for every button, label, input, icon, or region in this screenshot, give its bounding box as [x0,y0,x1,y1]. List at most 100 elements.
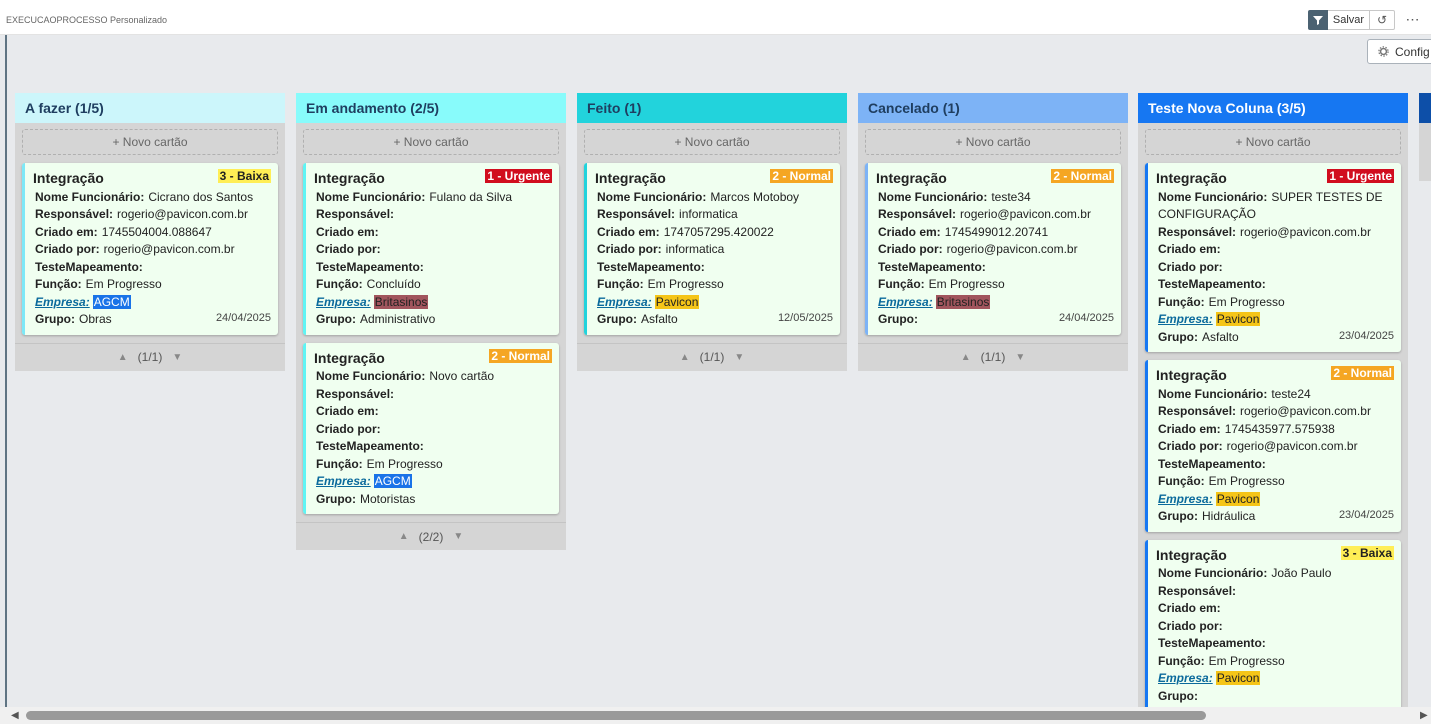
field-label: Grupo: [316,312,356,326]
field-label: Responsável: [1158,404,1237,418]
scroll-left-arrow-icon[interactable]: ◀ [11,710,19,721]
save-button[interactable]: Salvar [1328,10,1370,30]
field-label: Nome Funcionário: [316,369,426,383]
field-label: Criado por: [316,421,381,436]
new-card-button[interactable]: + Novo cartão [303,129,559,155]
kanban-card[interactable]: Integração 2 - Normal Nome Funcionário: tes… [865,163,1121,335]
field-responsavel: Responsável: rogerio@pavicon.com.br [1156,224,1393,242]
field-criado_em: Criado em: 1745435977.575938 [1156,421,1393,439]
card-accent-bar [22,163,25,335]
kanban-card[interactable]: Integração 1 - Urgente Nome Funcionário: SU… [1145,163,1401,352]
field-empresa: Empresa: Pavicon [1156,491,1393,509]
page-up-icon[interactable]: ▲ [961,352,971,363]
field-value: Em Progresso [366,456,443,471]
field-nome: Nome Funcionário: teste34 [876,189,1113,207]
scroll-thumb[interactable] [26,711,1206,720]
page-up-icon[interactable]: ▲ [118,352,128,363]
field-label[interactable]: Empresa: [316,295,371,309]
field-value: Em Progresso [1208,653,1285,668]
new-card-button[interactable]: + Novo cartão [22,129,278,155]
field-label: TesteMapeamento: [1158,636,1266,650]
field-criado_por: Criado por: [1156,259,1393,277]
field-label[interactable]: Empresa: [597,295,652,309]
field-value: Em Progresso [647,277,724,291]
field-criado_por: Criado por: informatica [595,241,832,259]
priority-badge: 2 - Normal [489,348,552,363]
kanban-card[interactable]: Integração 3 - Baixa Nome Funcionário: João… [1145,539,1401,711]
field-grupo: Grupo: Motoristas [314,491,551,509]
field-label: Criado por: [1158,618,1223,633]
field-criado_em: Criado em: 1745504004.088647 [33,224,270,242]
field-label: TesteMapeamento: [35,259,143,274]
field-funcao: Função: Em Progresso [314,456,551,474]
field-label: Criado por: [1158,259,1223,274]
card-date: 23/04/2025 [1338,329,1394,342]
column-body-partial [1419,123,1431,181]
card-accent-bar [303,163,306,335]
field-label: TesteMapeamento: [1158,277,1266,291]
field-label[interactable]: Empresa: [878,295,933,309]
field-criado_em: Criado em: 1747057295.420022 [595,224,832,242]
new-card-button[interactable]: + Novo cartão [584,129,840,155]
horizontal-scrollbar[interactable]: ◀ ▶ [0,707,1431,724]
field-label: Criado em: [1158,421,1221,436]
field-label: Grupo: [597,312,637,326]
field-responsavel: Responsável: rogerio@pavicon.com.br [33,206,270,224]
field-value: rogerio@pavicon.com.br [946,242,1078,256]
kanban-card[interactable]: Integração 2 - Normal Nome Funcionário: Mar… [584,163,840,335]
filter-button[interactable] [1308,10,1328,30]
column: Feito (1) + Novo cartão Integração 2 - Norm… [577,93,847,371]
kanban-card[interactable]: Integração 2 - Normal Nome Funcionário: Nov… [303,342,559,514]
priority-badge: 3 - Baixa [1340,545,1394,560]
field-value: rogerio@pavicon.com.br [960,207,1091,221]
field-criado_por: Criado por: rogerio@pavicon.com.br [876,241,1113,259]
field-value: Asfalto [1202,329,1239,344]
gear-icon [1378,46,1389,57]
pagination: ▲ (2/2) ▼ [296,522,566,550]
field-label: TesteMapeamento: [316,259,424,274]
page-indicator: (1/1) [137,350,163,364]
field-value: informatica [679,207,738,221]
card-accent-bar [1145,360,1148,532]
kanban-card[interactable]: Integração 3 - Baixa Nome Funcionário: Cicr… [22,163,278,335]
field-label[interactable]: Empresa: [1158,492,1213,506]
field-value: Britasinos [935,294,991,309]
field-criado_em: Criado em: [1156,241,1393,259]
page-down-icon[interactable]: ▼ [172,352,182,363]
pagination: ▲ (1/1) ▼ [858,342,1128,371]
field-criado_em: Criado em: [314,403,551,421]
config-label: Config [1395,44,1430,59]
priority-badge: 3 - Baixa [217,169,271,183]
page-down-icon[interactable]: ▼ [453,531,463,542]
column-header: Feito (1) [577,93,847,123]
field-label[interactable]: Empresa: [35,295,90,309]
kanban-card[interactable]: Integração 2 - Normal Nome Funcionário: tes… [1145,360,1401,532]
field-label[interactable]: Empresa: [1158,671,1213,685]
field-funcao: Função: Em Progresso [876,276,1113,294]
field-nome: Nome Funcionário: João Paulo [1156,565,1393,583]
field-label: Função: [597,277,644,291]
new-card-button[interactable]: + Novo cartão [1145,129,1401,155]
kanban-card[interactable]: Integração 1 - Urgente Nome Funcionário: Fu… [303,163,559,335]
scroll-right-arrow-icon[interactable]: ▶ [1420,710,1428,721]
more-options-button[interactable]: ⋯ [1402,9,1424,29]
config-button[interactable]: Config [1367,39,1431,64]
new-card-button[interactable]: + Novo cartão [865,129,1121,155]
field-value: João Paulo [1271,566,1332,580]
field-value: rogerio@pavicon.com.br [117,207,248,221]
field-responsavel: Responsável: [1156,583,1393,601]
card-date: 24/04/2025 [1058,312,1114,324]
field-empresa: Empresa: Pavicon [1156,311,1393,329]
field-label: Criado por: [597,242,662,256]
page-up-icon[interactable]: ▲ [680,352,690,363]
field-label[interactable]: Empresa: [1158,312,1213,326]
field-label[interactable]: Empresa: [316,474,371,488]
reset-button[interactable]: ↺ [1370,10,1395,30]
pagination: ▲ (1/1) ▼ [15,342,285,371]
page-up-icon[interactable]: ▲ [399,531,409,542]
card-accent-bar [1145,163,1148,352]
field-label: Nome Funcionário: [1158,189,1268,204]
filter-icon [1313,16,1323,25]
page-down-icon[interactable]: ▼ [734,352,744,363]
page-down-icon[interactable]: ▼ [1015,352,1025,363]
